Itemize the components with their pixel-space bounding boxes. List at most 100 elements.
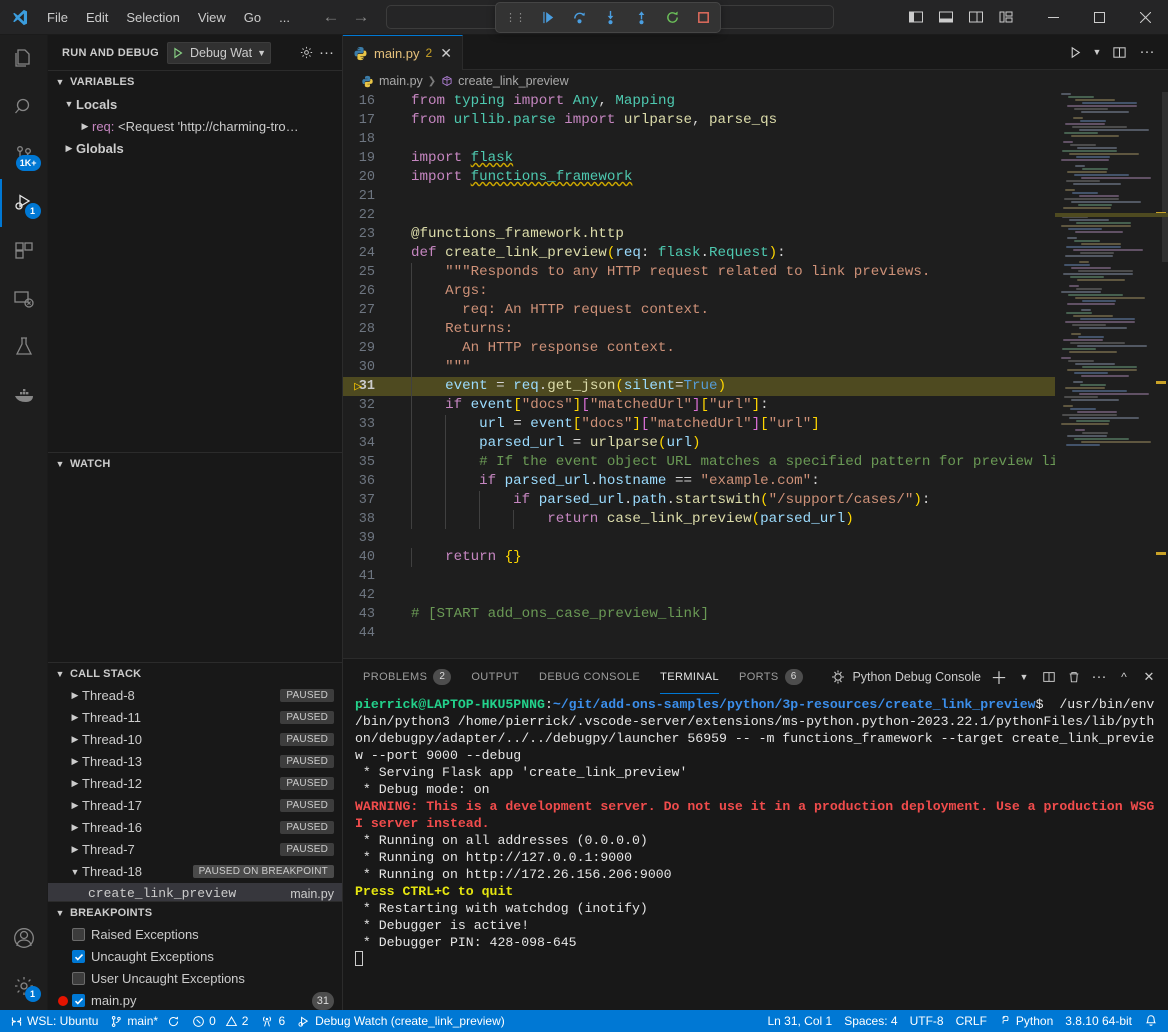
thread-row[interactable]: ▶ Thread-7 PAUSED: [48, 839, 342, 861]
thread-row[interactable]: ▼ Thread-18 PAUSED ON BREAKPOINT: [48, 861, 342, 883]
thread-row[interactable]: ▶ Thread-12 PAUSED: [48, 773, 342, 795]
menu-file[interactable]: File: [38, 7, 77, 28]
toggle-secondary-sidebar-icon[interactable]: [962, 2, 990, 32]
tab-output[interactable]: OUTPUT: [461, 659, 529, 694]
split-terminal-icon[interactable]: [1038, 665, 1060, 689]
customize-layout-icon[interactable]: [992, 2, 1020, 32]
editor-tabs[interactable]: main.py 2 ✕ ▼ ···: [343, 35, 1168, 70]
editor-action-buttons[interactable]: ▼ ···: [1054, 35, 1168, 70]
debug-settings-gear-icon[interactable]: [299, 45, 314, 60]
tab-problems[interactable]: PROBLEMS 2: [353, 659, 461, 694]
chevron-right-icon[interactable]: ▶: [68, 756, 82, 767]
breakpoint-current-line-icon[interactable]: ▷: [351, 377, 365, 396]
kill-terminal-icon[interactable]: [1063, 665, 1085, 689]
code-line[interactable]: 24def create_link_preview(req: flask.Req…: [343, 244, 1055, 263]
chevron-down-icon[interactable]: ▼: [54, 908, 66, 918]
sidebar-item-search[interactable]: [0, 83, 48, 131]
breakpoint-row[interactable]: Uncaught Exceptions: [48, 946, 342, 968]
chevron-right-icon[interactable]: ▶: [68, 734, 82, 745]
toggle-primary-sidebar-icon[interactable]: [902, 2, 930, 32]
code-line[interactable]: 35 # If the event object URL matches a s…: [343, 453, 1055, 472]
code-line[interactable]: 22: [343, 206, 1055, 225]
code-line[interactable]: 41: [343, 567, 1055, 586]
drag-handle-icon[interactable]: ⋮⋮: [503, 15, 527, 21]
status-problems[interactable]: 0 2: [186, 1010, 254, 1032]
tree-row[interactable]: ▶ Globals: [48, 137, 342, 159]
code-line[interactable]: 34 parsed_url = urlparse(url): [343, 434, 1055, 453]
code-line[interactable]: 33 url = event["docs"]["matchedUrl"]["ur…: [343, 415, 1055, 434]
status-indentation[interactable]: Spaces: 4: [838, 1010, 903, 1032]
tab-main-py[interactable]: main.py 2 ✕: [343, 35, 463, 70]
navigation-arrows[interactable]: ← →: [321, 7, 371, 27]
tab-terminal[interactable]: TERMINAL: [650, 659, 729, 694]
start-debug-icon[interactable]: [171, 46, 185, 60]
chevron-down-icon[interactable]: ▼: [54, 669, 66, 679]
status-branch[interactable]: main*: [104, 1010, 186, 1032]
window-maximize-button[interactable]: [1076, 0, 1122, 35]
run-python-file-icon[interactable]: [1062, 38, 1088, 66]
editor-more-actions-icon[interactable]: ···: [1134, 38, 1160, 66]
code-line[interactable]: 36 if parsed_url.hostname == "example.co…: [343, 472, 1055, 491]
chevron-down-icon[interactable]: ▼: [1013, 665, 1035, 689]
stop-icon[interactable]: [693, 7, 713, 29]
code-line[interactable]: 20import functions_framework: [343, 168, 1055, 187]
chevron-right-icon[interactable]: ▶: [68, 778, 82, 789]
debug-toolbar[interactable]: ⋮⋮: [495, 2, 721, 33]
code-line[interactable]: 28 Returns:: [343, 320, 1055, 339]
settings-gear-icon[interactable]: 1: [0, 962, 48, 1010]
step-out-icon[interactable]: [631, 7, 651, 29]
code-line[interactable]: 38 return case_link_preview(parsed_url): [343, 510, 1055, 529]
tab-ports[interactable]: PORTS 6: [729, 659, 813, 694]
chevron-down-icon[interactable]: ▼: [54, 459, 66, 469]
breakpoint-row[interactable]: User Uncaught Exceptions: [48, 968, 342, 990]
chevron-down-icon[interactable]: ▼: [62, 99, 76, 109]
code-line[interactable]: 39: [343, 529, 1055, 548]
menu-bar[interactable]: File Edit Selection View Go ...: [38, 7, 299, 28]
code-line[interactable]: 19import flask: [343, 149, 1055, 168]
menu-go[interactable]: Go: [235, 7, 270, 28]
code-line[interactable]: 37 if parsed_url.path.startswith("/suppo…: [343, 491, 1055, 510]
window-minimize-button[interactable]: [1030, 0, 1076, 35]
sidebar-item-testing[interactable]: [0, 323, 48, 371]
code-line[interactable]: 44: [343, 624, 1055, 643]
chevron-down-icon[interactable]: ▼: [68, 867, 82, 877]
code-line[interactable]: 26 Args:: [343, 282, 1055, 301]
chevron-right-icon[interactable]: ▶: [78, 121, 92, 132]
status-remote[interactable]: WSL: Ubuntu: [4, 1010, 104, 1032]
step-into-icon[interactable]: [600, 7, 620, 29]
sync-icon[interactable]: [167, 1015, 180, 1028]
code-line[interactable]: 25 """Responds to any HTTP request relat…: [343, 263, 1055, 282]
code-line[interactable]: 18: [343, 130, 1055, 149]
split-editor-icon[interactable]: [1106, 38, 1132, 66]
code-content[interactable]: 16from typing import Any, Mapping17from …: [343, 92, 1055, 658]
sidebar-item-remote-explorer[interactable]: [0, 275, 48, 323]
code-line[interactable]: 16from typing import Any, Mapping: [343, 92, 1055, 111]
status-bar[interactable]: WSL: Ubuntu main* 0 2 6 Debug Watch (cre…: [0, 1010, 1168, 1032]
breakpoint-checkbox[interactable]: [72, 950, 85, 963]
launch-configuration-selector[interactable]: Debug Wat ▼: [167, 42, 271, 64]
layout-controls[interactable]: [902, 2, 1030, 32]
status-python-version[interactable]: 3.8.10 64-bit: [1059, 1010, 1138, 1032]
sidebar-item-source-control[interactable]: 1K+: [0, 131, 48, 179]
window-close-button[interactable]: [1122, 0, 1168, 35]
close-panel-icon[interactable]: ✕: [1138, 665, 1160, 689]
breakpoint-checkbox[interactable]: [72, 972, 85, 985]
breadcrumb[interactable]: main.py ❯ create_link_preview: [343, 70, 1168, 92]
code-line[interactable]: 40 return {}: [343, 548, 1055, 567]
toggle-panel-icon[interactable]: [932, 2, 960, 32]
restart-icon[interactable]: [662, 7, 682, 29]
tree-row[interactable]: ▼ Locals: [48, 93, 342, 115]
watch-section-header[interactable]: ▼ WATCH: [48, 453, 342, 475]
panel-more-actions-icon[interactable]: ···: [1088, 665, 1110, 689]
code-line[interactable]: 32 if event["docs"]["matchedUrl"]["url"]…: [343, 396, 1055, 415]
chevron-right-icon[interactable]: ▶: [62, 143, 76, 154]
sidebar-item-docker[interactable]: [0, 371, 48, 419]
breakpoint-row[interactable]: Raised Exceptions: [48, 924, 342, 946]
status-debug-session[interactable]: Debug Watch (create_link_preview): [291, 1010, 511, 1032]
sidebar-item-run-and-debug[interactable]: 1: [0, 179, 48, 227]
activity-bar[interactable]: 1K+ 1 1: [0, 35, 48, 1010]
chevron-down-icon[interactable]: ▼: [54, 77, 66, 87]
panel-actions[interactable]: Python Debug Console ＋ ▼ ··· ^ ✕: [827, 665, 1168, 689]
status-cursor-position[interactable]: Ln 31, Col 1: [761, 1010, 838, 1032]
menu-edit[interactable]: Edit: [77, 7, 117, 28]
